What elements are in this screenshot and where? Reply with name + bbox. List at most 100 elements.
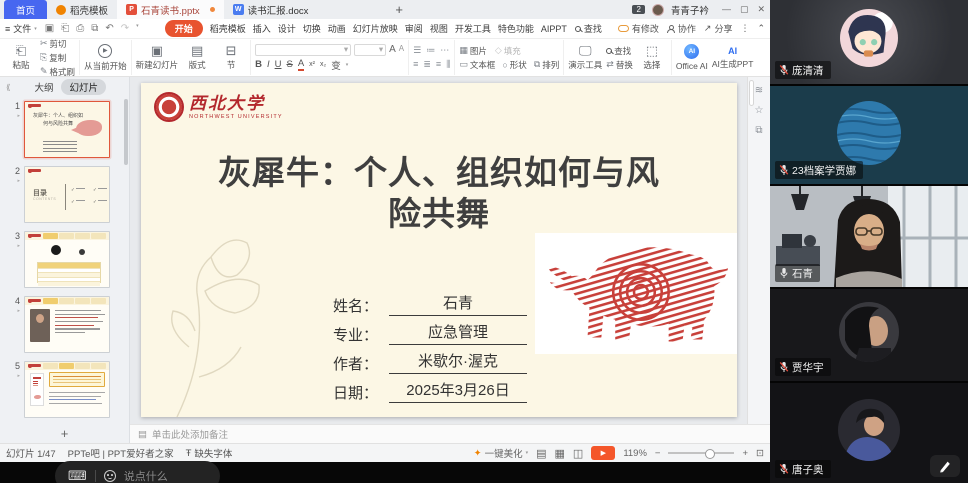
fit-screen-icon[interactable]: ⊡	[756, 448, 764, 459]
close-button[interactable]: ✕	[757, 4, 765, 15]
participant-tile-speaker[interactable]: 石青	[770, 186, 968, 287]
ribbon-tab-slideshow[interactable]: 幻灯片放映	[353, 22, 398, 35]
textbox-button[interactable]: ▭文本框	[459, 59, 495, 71]
align-left-icon[interactable]: ≡	[413, 59, 418, 70]
meeting-chat-bar[interactable]: ⌨ 说点什么	[55, 461, 220, 483]
ribbon-tab-view[interactable]: 视图	[430, 22, 448, 35]
annotate-pen-button[interactable]	[930, 455, 960, 477]
slides-tab[interactable]: 幻灯片	[61, 79, 106, 95]
animation-pane-icon[interactable]: ≋	[755, 85, 763, 96]
zoom-in-icon[interactable]: +	[742, 448, 748, 459]
slide-info-fields[interactable]: 姓名： 石青 专业： 应急管理 作者： 米歇尔·渥克 日期： 2025年3月26…	[333, 287, 527, 403]
italic-button[interactable]: I	[267, 59, 270, 70]
search-box[interactable]: 查找	[575, 22, 602, 35]
slide-sorter-icon[interactable]: ▦	[555, 447, 565, 460]
new-tab-button[interactable]: +	[387, 2, 411, 17]
text-effect-button[interactable]: 变	[331, 58, 341, 72]
ribbon-tab-docer[interactable]: 稻壳模板	[210, 22, 246, 35]
ribbon-tab-animation[interactable]: 动画	[328, 22, 346, 35]
user-avatar[interactable]	[652, 4, 664, 16]
shrink-font-icon[interactable]: A	[399, 44, 404, 56]
add-slide-button[interactable]: +	[0, 426, 129, 441]
favorites-icon[interactable]: ☆	[755, 105, 764, 116]
resource-icon[interactable]: ⧉	[755, 125, 762, 136]
slide-thumbnail-5[interactable]	[24, 361, 110, 418]
new-slide-button[interactable]: ▣ 新建幻灯片	[136, 45, 179, 71]
zoom-level[interactable]: 119%	[623, 448, 647, 459]
align-center-icon[interactable]: ≣	[423, 59, 431, 70]
subscript-icon[interactable]: x₂	[320, 61, 326, 68]
slide-thumbnail-4[interactable]	[24, 296, 110, 353]
panel-scrollbar[interactable]	[124, 99, 128, 165]
redo-icon[interactable]: ↷	[121, 23, 129, 34]
undo-icon[interactable]: ↶	[105, 23, 113, 34]
print-icon[interactable]: ⎙	[76, 23, 84, 34]
minimize-button[interactable]: —	[722, 4, 731, 15]
format-painter-button[interactable]: ✎格式刷	[40, 66, 75, 78]
ribbon-tab-start[interactable]: 开始	[165, 20, 203, 37]
modified-status[interactable]: 有修改	[618, 22, 659, 35]
maximize-button[interactable]: ▢	[740, 4, 749, 15]
numbering-icon[interactable]: ≔	[426, 45, 435, 56]
replace-button[interactable]: ⇄替换	[606, 59, 633, 71]
ai-generate-ppt-button[interactable]: AI AI生成PPT	[712, 46, 754, 70]
outline-tab[interactable]: 大纲	[34, 80, 53, 94]
columns-icon[interactable]: ⫼	[446, 59, 450, 70]
copy-button[interactable]: ⎘复制	[40, 52, 75, 64]
arrange-button[interactable]: ⧉排列	[534, 59, 559, 71]
collapse-ribbon-icon[interactable]: ⌃	[757, 23, 765, 34]
strikethrough-button[interactable]: S	[286, 59, 292, 70]
font-color-button[interactable]: A	[298, 58, 304, 71]
office-ai-button[interactable]: AI Office AI	[676, 44, 708, 71]
cut-button[interactable]: ✂剪切	[40, 39, 75, 50]
section-button[interactable]: ⊟ 节	[216, 45, 246, 71]
user-name[interactable]: 青青子衿	[671, 3, 709, 17]
notification-badge[interactable]: 2	[632, 5, 644, 14]
output-icon[interactable]: ⎗	[61, 23, 69, 34]
more-icon[interactable]: ▾	[136, 23, 139, 34]
collapse-panel-icon[interactable]: ⟪	[6, 83, 10, 92]
collaborate-button[interactable]: 协作	[667, 22, 696, 35]
participant-tile[interactable]: 庞清清	[770, 0, 968, 84]
ribbon-tab-features[interactable]: 特色功能	[498, 22, 534, 35]
slideshow-play-button[interactable]: ▶	[591, 446, 615, 460]
slide-thumbnail-1[interactable]: 灰犀牛：个人、组织如何与风险共舞	[24, 101, 110, 158]
save-icon[interactable]: ▣	[45, 23, 54, 34]
font-size-select[interactable]: ▾	[354, 44, 386, 56]
superscript-icon[interactable]: x²	[309, 61, 315, 68]
slide-canvas[interactable]: 西北大学 NORTHWEST UNIVERSITY 灰犀牛：个人、组织如何与风险…	[141, 83, 737, 417]
ribbon-tab-aippt[interactable]: AIPPT	[541, 24, 567, 34]
reading-view-icon[interactable]: ◫	[573, 447, 583, 460]
slide-thumbnail-3[interactable]	[24, 231, 110, 288]
zoom-out-icon[interactable]: −	[655, 448, 661, 459]
emoji-icon[interactable]	[104, 470, 116, 482]
play-from-current-button[interactable]: ▶ 从当前开始	[84, 44, 127, 72]
presentation-tools-button[interactable]: 🖵 演示工具	[568, 45, 602, 71]
slide-title[interactable]: 灰犀牛：个人、组织如何与风险共舞	[213, 153, 665, 235]
participant-tile[interactable]: 贾华宇	[770, 289, 968, 381]
more-menu-icon[interactable]: ⋮	[740, 23, 749, 34]
normal-view-icon[interactable]: ▤	[536, 447, 546, 460]
font-family-select[interactable]: ▾	[255, 44, 351, 56]
bold-button[interactable]: B	[255, 59, 262, 70]
tab-docer-templates[interactable]: 稻壳模板	[47, 0, 117, 19]
ribbon-tab-design[interactable]: 设计	[278, 22, 296, 35]
layout-button[interactable]: ▤ 版式	[182, 45, 212, 71]
ribbon-tab-insert[interactable]: 插入	[253, 22, 271, 35]
bullets-icon[interactable]: ☰	[413, 45, 421, 56]
editor-scrollbar[interactable]	[749, 80, 754, 106]
ribbon-tab-transition[interactable]: 切换	[303, 22, 321, 35]
grow-font-icon[interactable]: A	[389, 44, 396, 56]
align-right-icon[interactable]: ≡	[436, 59, 441, 70]
tab-docx-document[interactable]: W 读书汇报.docx	[224, 0, 318, 19]
fill-button[interactable]: ◇填充	[495, 45, 521, 57]
picture-button[interactable]: ▦图片	[459, 45, 487, 57]
paste-button[interactable]: ⎗ 粘贴	[6, 45, 36, 71]
participant-tile[interactable]: 23档案学贾娜	[770, 86, 968, 184]
zoom-slider[interactable]	[668, 452, 734, 454]
tab-home[interactable]: 首页	[4, 0, 47, 19]
participant-tile[interactable]: 唐子奥	[770, 383, 968, 483]
missing-fonts-button[interactable]: Ŧ 缺失字体	[186, 446, 233, 460]
underline-button[interactable]: U	[275, 59, 282, 70]
select-button[interactable]: ⬚ 选择	[637, 45, 667, 71]
